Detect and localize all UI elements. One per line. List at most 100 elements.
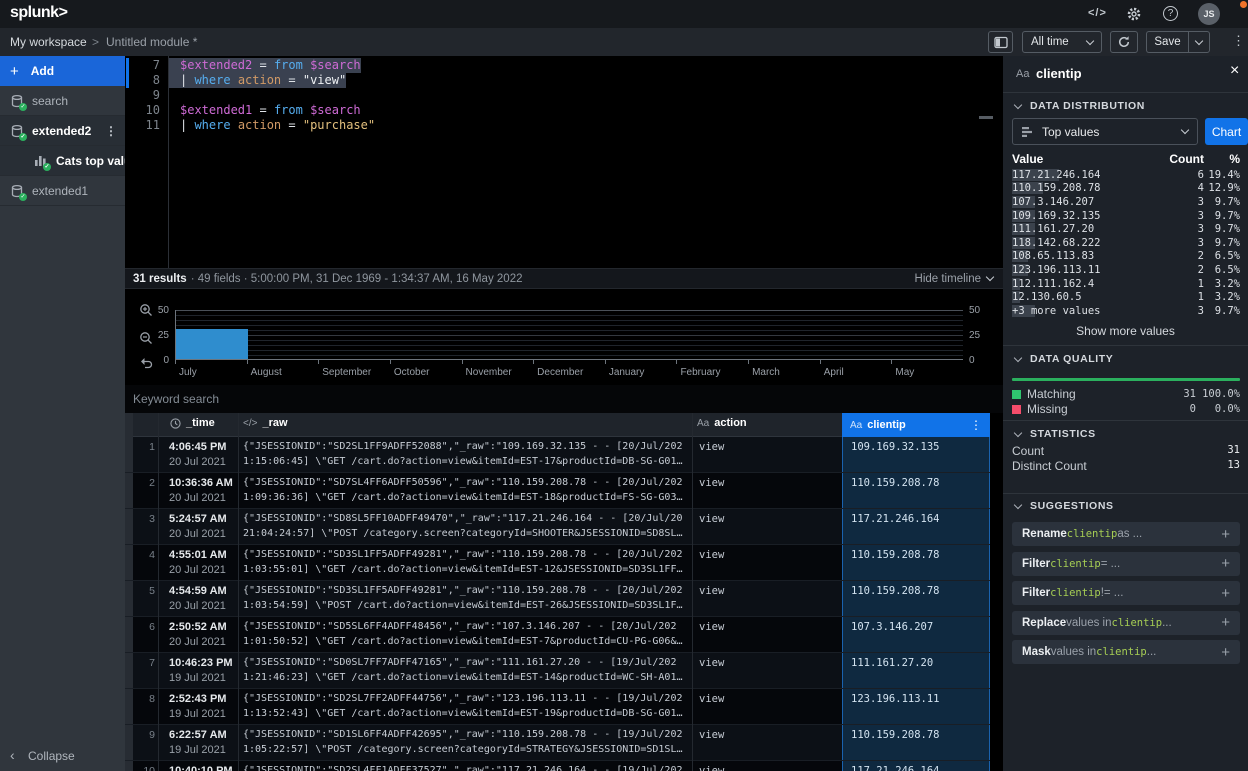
value-row[interactable]: 123.196.113.1126.5% — [1012, 263, 1240, 277]
cell-clientip-selected[interactable]: 110.159.208.78 — [842, 545, 990, 581]
add-button[interactable]: + Add — [0, 56, 125, 86]
count-cell: 4 — [1164, 182, 1204, 194]
pct-cell: 19.4% — [1204, 169, 1240, 181]
sidebar-item-cats-top-valu-[interactable]: ✓Cats top valu... — [0, 146, 125, 176]
table-row[interactable]: 62:50:52 AM20 Jul 2021{"JSESSIONID":"SD5… — [125, 617, 990, 653]
item-menu-icon[interactable]: ⋮ — [105, 124, 117, 138]
refresh-button[interactable] — [1110, 31, 1138, 53]
cell-clientip-selected[interactable]: 110.159.208.78 — [842, 581, 990, 617]
editor-scroll-indicator[interactable] — [979, 116, 993, 119]
value-row[interactable]: 118.142.68.22239.7% — [1012, 236, 1240, 250]
cell-action: view — [699, 729, 724, 741]
x-tick — [891, 360, 892, 364]
divider — [1003, 92, 1248, 93]
table-row[interactable]: 710:46:23 PM19 Jul 2021{"JSESSIONID":"SD… — [125, 653, 990, 689]
value-row[interactable]: 108.65.113.8326.5% — [1012, 250, 1240, 264]
sidebar-item-search[interactable]: ✓search — [0, 86, 125, 116]
layout-panel-button[interactable] — [988, 31, 1013, 53]
column-header-time[interactable]: _time — [170, 417, 215, 429]
value-row[interactable]: 112.111.162.413.2% — [1012, 277, 1240, 291]
code-line-11[interactable]: 11| where action = "purchase" — [125, 118, 1003, 133]
add-suggestion-icon[interactable]: + — [1221, 555, 1230, 572]
code-type-icon: </> — [243, 418, 257, 429]
suggestion-mask[interactable]: Mask values in clientip ...+ — [1012, 640, 1240, 664]
add-suggestion-icon[interactable]: + — [1221, 644, 1230, 661]
sidebar-item-extended2[interactable]: ✓extended2⋮ — [0, 116, 125, 146]
suggestion-filter-neq[interactable]: Filter clientip != ...+ — [1012, 581, 1240, 605]
collapse-button[interactable]: ‹ Collapse — [10, 747, 75, 763]
suggestion-replace[interactable]: Replace values in clientip ...+ — [1012, 611, 1240, 635]
suggestion-rename[interactable]: Rename clientip as ...+ — [1012, 522, 1240, 546]
table-row[interactable]: 210:36:36 AM20 Jul 2021{"JSESSIONID":"SD… — [125, 473, 990, 509]
value-row[interactable]: 110.159.208.78412.9% — [1012, 182, 1240, 196]
suggestion-filter-eq[interactable]: Filter clientip = ...+ — [1012, 552, 1240, 576]
section-data-quality[interactable]: DATA QUALITY — [1015, 353, 1113, 365]
string-type-icon: Aa — [697, 418, 709, 429]
section-suggestions[interactable]: SUGGESTIONS — [1015, 500, 1114, 512]
cell-clientip-selected[interactable]: 123.196.113.11 — [842, 689, 990, 725]
show-more-values-link[interactable]: Show more values — [1003, 324, 1248, 338]
sidebar-item-extended1[interactable]: ✓extended1 — [0, 176, 125, 206]
code-icon[interactable]: </> — [1088, 7, 1107, 19]
code-line-10[interactable]: 10$extended1 = from $search — [125, 103, 1003, 118]
more-menu-icon[interactable]: ⋮ — [1232, 33, 1245, 49]
x-tick — [676, 360, 677, 364]
cell-clientip-selected[interactable]: 110.159.208.78 — [842, 725, 990, 761]
value-row[interactable]: 107.3.146.20739.7% — [1012, 195, 1240, 209]
help-icon[interactable]: ? — [1163, 6, 1178, 21]
section-statistics[interactable]: STATISTICS — [1015, 428, 1096, 440]
keyword-search-input[interactable]: Keyword search — [125, 385, 1003, 413]
table-row[interactable]: 54:54:59 AM20 Jul 2021{"JSESSIONID":"SD3… — [125, 581, 990, 617]
value-row[interactable]: +3 more values39.7% — [1012, 304, 1240, 318]
table-row[interactable]: 96:22:57 AM19 Jul 2021{"JSESSIONID":"SD1… — [125, 725, 990, 761]
column-header-action[interactable]: Aa action — [697, 417, 747, 429]
timeline-bar[interactable] — [176, 329, 248, 359]
column-header-clientip-selected[interactable]: Aa clientip ⋮ — [842, 413, 990, 437]
time-range-picker[interactable]: All time — [1022, 31, 1102, 53]
add-suggestion-icon[interactable]: + — [1221, 614, 1230, 631]
avatar[interactable]: JS — [1198, 3, 1220, 25]
cell-action: view — [699, 549, 724, 561]
cell-clientip-selected[interactable]: 110.159.208.78 — [842, 473, 990, 509]
divider — [1003, 420, 1248, 421]
cell-clientip-selected[interactable]: 117.21.246.164 — [842, 509, 990, 545]
column-header-raw[interactable]: </> _raw — [243, 417, 288, 429]
distribution-mode-dropdown[interactable]: Top values — [1012, 118, 1198, 145]
value-row[interactable]: 12.130.60.513.2% — [1012, 290, 1240, 304]
top-bar: splunk> </> ? JS — [0, 0, 1248, 28]
chart-button[interactable]: Chart — [1205, 118, 1248, 145]
clientip-value: 109.169.32.135 — [851, 441, 940, 453]
cell-date: 20 Jul 2021 — [169, 564, 226, 576]
value-row[interactable]: 111.161.27.2039.7% — [1012, 222, 1240, 236]
table-row[interactable]: 1010:40:10 PM19 Jul 2021{"JSESSIONID":"S… — [125, 761, 990, 771]
table-row[interactable]: 44:55:01 AM20 Jul 2021{"JSESSIONID":"SD3… — [125, 545, 990, 581]
save-button[interactable]: Save — [1146, 31, 1188, 53]
table-row[interactable]: 14:06:45 PM20 Jul 2021{"JSESSIONID":"SD2… — [125, 437, 990, 473]
close-panel-icon[interactable]: × — [1230, 62, 1239, 80]
code-line-9[interactable]: 9 — [125, 88, 1003, 103]
cell-time: 6:22:57 AM — [169, 729, 227, 741]
timeline-plot[interactable] — [175, 310, 963, 360]
cell-clientip-selected[interactable]: 117.21.246.164 — [842, 761, 990, 771]
table-row[interactable]: 82:52:43 PM19 Jul 2021{"JSESSIONID":"SD2… — [125, 689, 990, 725]
spl-code-editor[interactable]: 7$extended2 = from $search8| where actio… — [125, 56, 1003, 268]
value-row[interactable]: 117.21.246.164619.4% — [1012, 168, 1240, 182]
code-line-8[interactable]: 8| where action = "view" — [125, 73, 1003, 88]
code-line-7[interactable]: 7$extended2 = from $search — [125, 58, 1003, 73]
gridline-top — [176, 310, 963, 311]
cell-clientip-selected[interactable]: 111.161.27.20 — [842, 653, 990, 689]
cell-action: view — [699, 513, 724, 525]
save-menu-button[interactable] — [1188, 31, 1210, 53]
gear-icon[interactable] — [1126, 6, 1142, 22]
column-menu-icon[interactable]: ⋮ — [970, 418, 982, 432]
table-row[interactable]: 35:24:57 AM20 Jul 2021{"JSESSIONID":"SD8… — [125, 509, 990, 545]
cell-clientip-selected[interactable]: 107.3.146.207 — [842, 617, 990, 653]
add-suggestion-icon[interactable]: + — [1221, 526, 1230, 543]
value-row[interactable]: 109.169.32.13539.7% — [1012, 209, 1240, 223]
section-data-distribution[interactable]: DATA DISTRIBUTION — [1015, 100, 1145, 112]
breadcrumb-workspace[interactable]: My workspace — [10, 35, 87, 49]
cell-clientip-selected[interactable]: 109.169.32.135 — [842, 437, 990, 473]
add-suggestion-icon[interactable]: + — [1221, 585, 1230, 602]
dataset-icon: ✓ — [10, 94, 24, 108]
hide-timeline-button[interactable]: Hide timeline — [915, 273, 993, 285]
